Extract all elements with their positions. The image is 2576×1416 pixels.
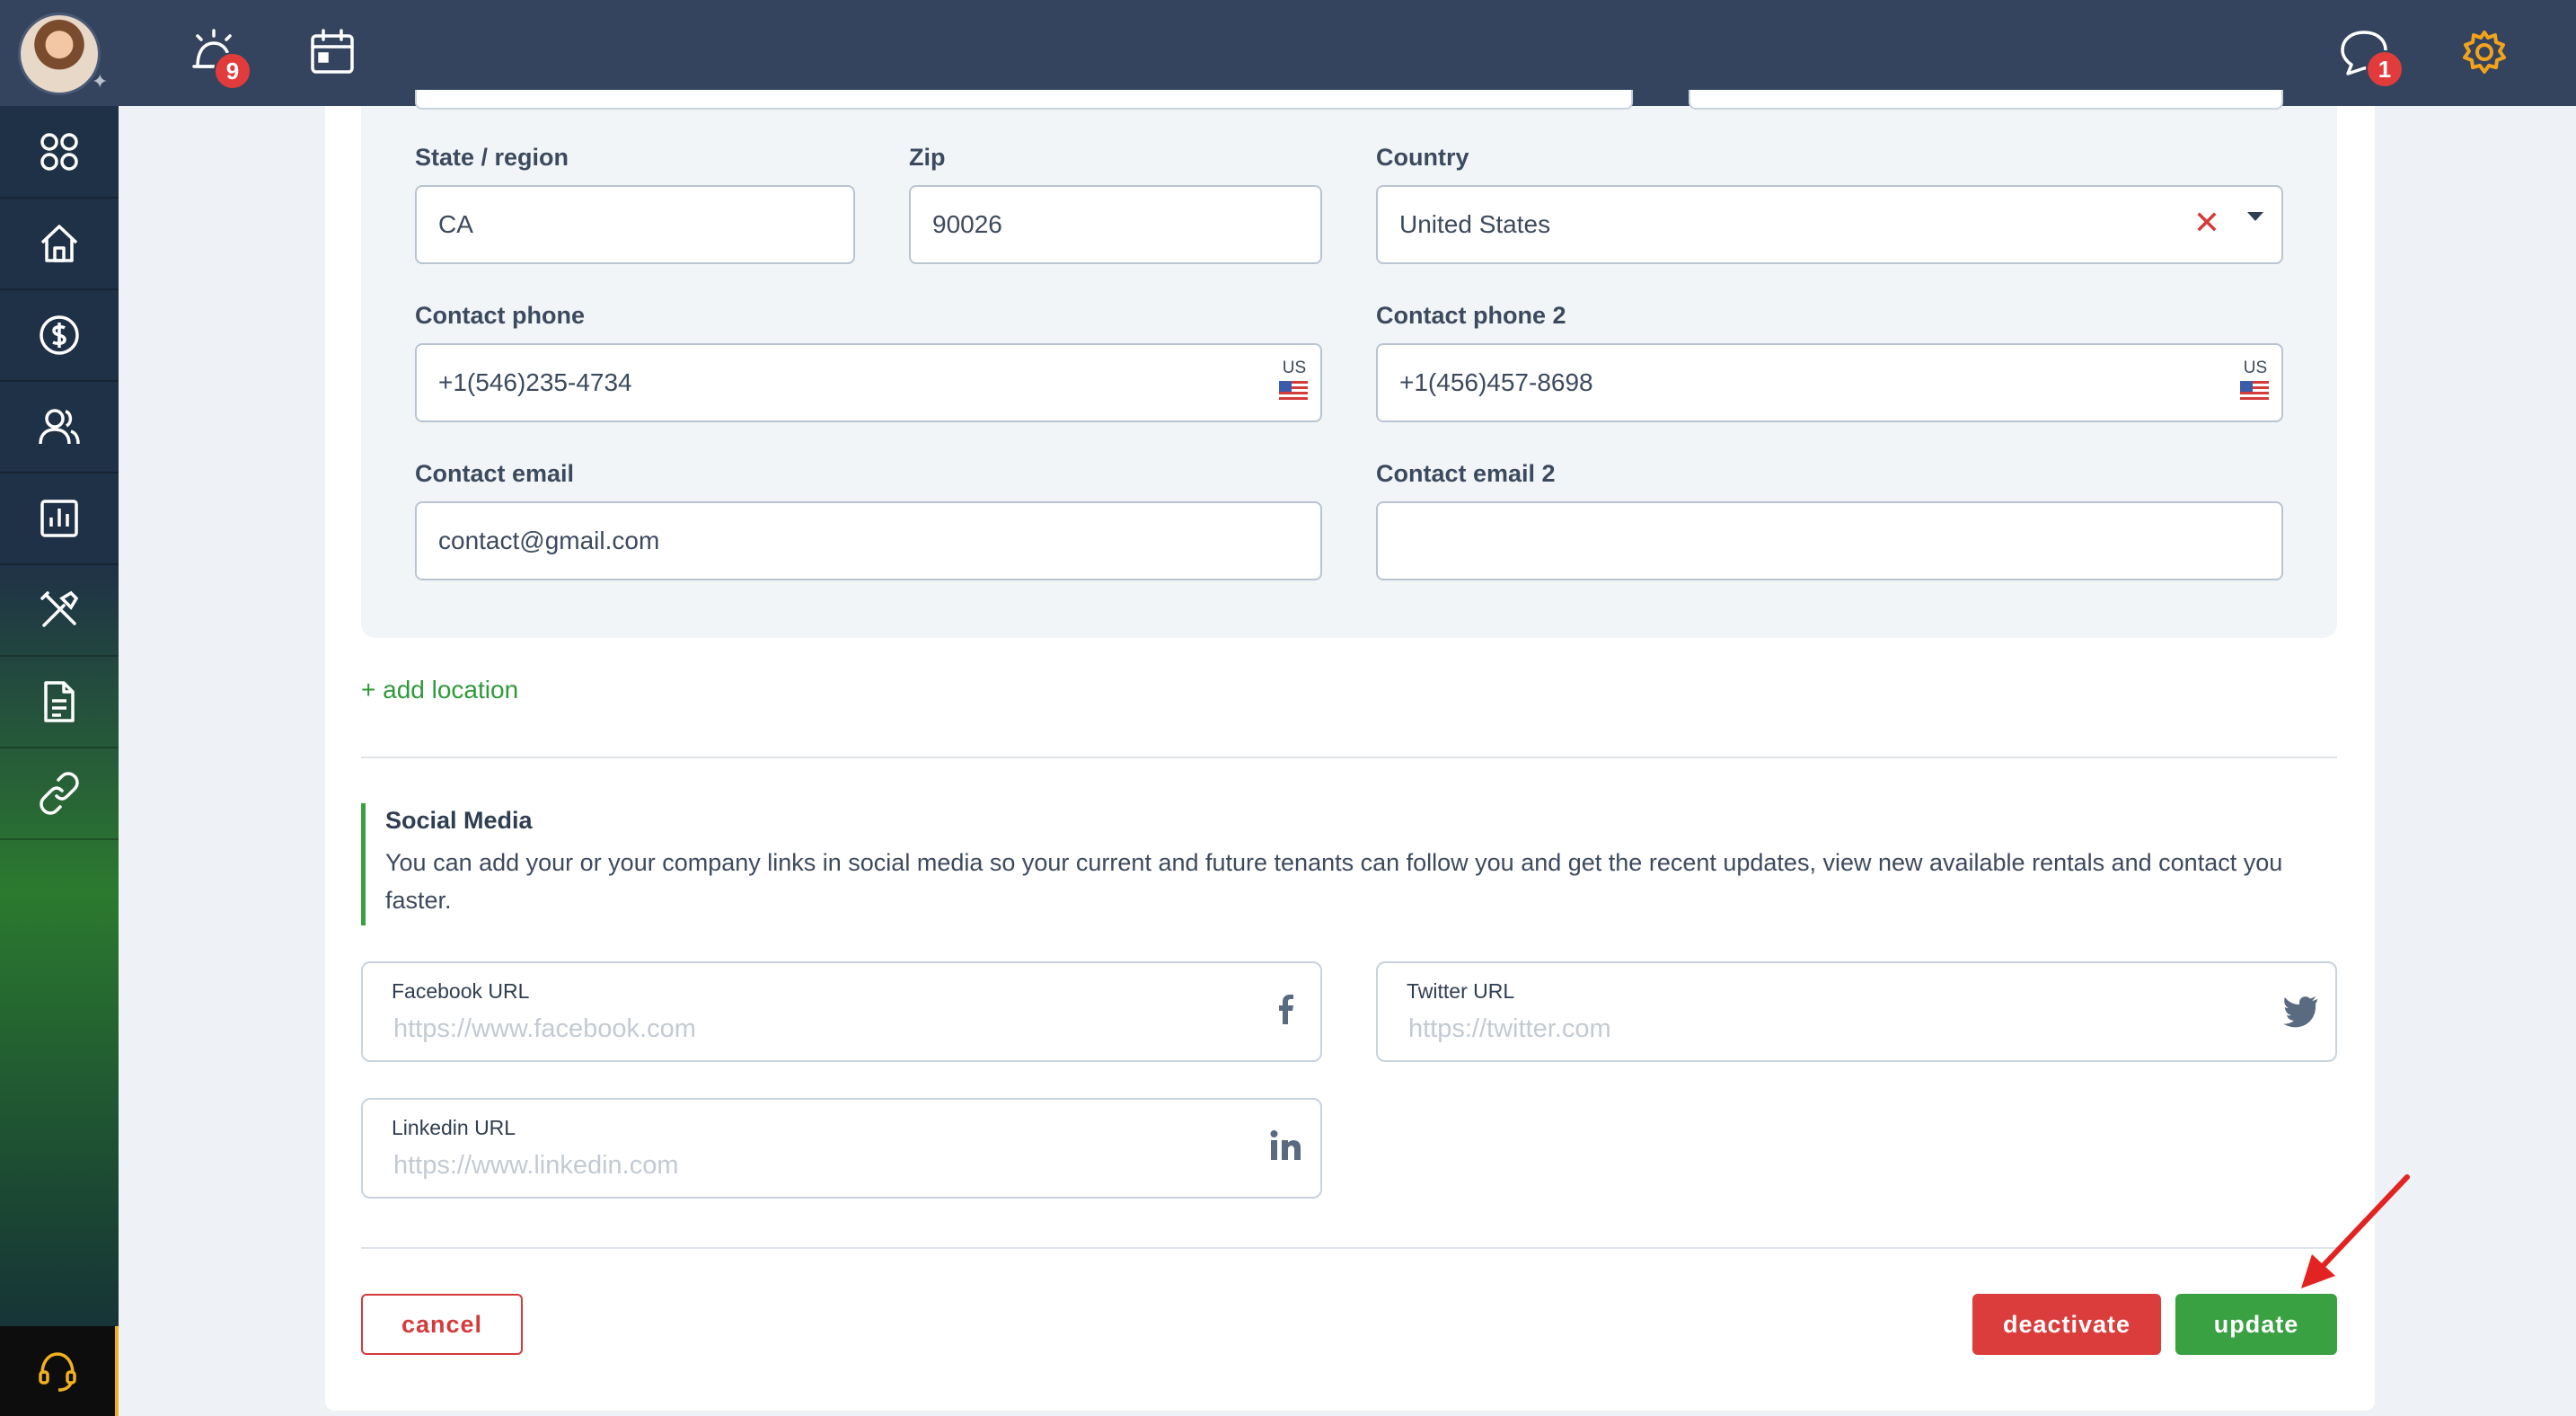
social-media-description: You can add your or your company links i… xyxy=(385,849,2283,914)
us-flag-icon[interactable]: US xyxy=(2240,359,2271,401)
avatar[interactable] xyxy=(18,13,101,95)
social-media-title: Social Media xyxy=(385,807,533,834)
email2-input[interactable] xyxy=(1376,501,2283,580)
linkedin-input[interactable] xyxy=(392,1150,1161,1181)
clear-icon[interactable]: ✕ xyxy=(2193,207,2220,239)
twitter-input[interactable] xyxy=(1407,1013,2176,1045)
phone2-value: +1(456)457-8698 xyxy=(1399,368,1593,396)
phone2-label: Contact phone 2 xyxy=(1376,302,1566,329)
linkedin-field[interactable]: Linkedin URL xyxy=(361,1098,1322,1199)
phone-value: +1(546)235-4734 xyxy=(438,368,632,396)
pin-icon: ✦ xyxy=(92,70,109,93)
email-input[interactable]: contact@gmail.com xyxy=(415,501,1322,580)
divider xyxy=(361,757,2337,758)
alarm-badge: 9 xyxy=(214,52,251,90)
cancel-button[interactable]: cancel xyxy=(361,1294,523,1355)
zip-label: Zip xyxy=(909,144,946,171)
update-button[interactable]: update xyxy=(2175,1294,2337,1355)
sidebar-item-people[interactable] xyxy=(0,381,119,473)
facebook-field[interactable]: Facebook URL xyxy=(361,961,1322,1062)
email-label: Contact email xyxy=(415,460,575,487)
phone-country-code: US xyxy=(1282,358,1307,377)
tools-icon xyxy=(40,590,79,627)
headset-icon xyxy=(39,1352,76,1392)
facebook-label: Facebook URL xyxy=(392,979,530,1003)
dashboard-icon xyxy=(40,132,78,171)
email2-label: Contact email 2 xyxy=(1376,460,1556,487)
state-input[interactable]: CA xyxy=(415,185,855,264)
gear-icon[interactable] xyxy=(2459,27,2510,77)
us-flag-icon[interactable]: US xyxy=(1279,359,1310,401)
country-label: Country xyxy=(1376,144,1469,171)
sidebar-item-links[interactable] xyxy=(0,748,119,840)
twitter-icon xyxy=(2283,996,2317,1028)
social-media-section: Social Media You can add your or your co… xyxy=(361,803,2337,925)
facebook-input[interactable] xyxy=(392,1013,1161,1045)
add-location-link[interactable]: + add location xyxy=(361,676,518,704)
sidebar-item-reports[interactable] xyxy=(0,473,119,565)
phone2-input[interactable]: +1(456)457-8698 US xyxy=(1376,343,2283,422)
chat-bubble-icon[interactable]: 1 xyxy=(2339,27,2404,88)
users-icon xyxy=(39,408,80,444)
sidebar-item-home[interactable] xyxy=(0,198,119,290)
phone-label: Contact phone xyxy=(415,302,585,329)
linkedin-icon xyxy=(1270,1130,1301,1160)
chat-badge: 1 xyxy=(2366,50,2404,88)
sidebar xyxy=(0,106,119,1416)
sidebar-item-maintenance[interactable] xyxy=(0,564,119,657)
zip-input[interactable]: 90026 xyxy=(909,185,1322,264)
chevron-down-icon[interactable] xyxy=(2247,212,2263,221)
sidebar-item-documents[interactable] xyxy=(0,656,119,748)
facebook-icon xyxy=(1279,995,1293,1024)
divider xyxy=(361,1247,2337,1249)
sidebar-item-dashboard[interactable] xyxy=(0,106,119,199)
state-label: State / region xyxy=(415,144,569,171)
report-chart-icon xyxy=(40,499,78,537)
annotation-arrow xyxy=(2301,1174,2410,1288)
address-field-partial[interactable] xyxy=(415,90,1633,110)
sidebar-item-finance[interactable] xyxy=(0,289,119,382)
document-icon xyxy=(44,680,75,722)
phone-input[interactable]: +1(546)235-4734 US xyxy=(415,343,1322,422)
country-value: United States xyxy=(1399,210,1551,238)
home-icon xyxy=(40,224,78,262)
calendar-icon[interactable] xyxy=(307,27,357,77)
country-select[interactable]: United States ✕ xyxy=(1376,185,2283,264)
city-field-partial[interactable] xyxy=(1689,90,2283,110)
deactivate-button[interactable]: deactivate xyxy=(1972,1294,2161,1355)
alarm-clock-icon[interactable]: 9 xyxy=(189,27,251,90)
dollar-icon xyxy=(40,314,79,355)
twitter-label: Twitter URL xyxy=(1407,979,1515,1003)
linkedin-label: Linkedin URL xyxy=(392,1116,516,1139)
twitter-field[interactable]: Twitter URL xyxy=(1376,961,2337,1062)
phone2-country-code: US xyxy=(2243,358,2268,377)
support-button[interactable] xyxy=(0,1326,119,1416)
link-icon xyxy=(40,771,79,815)
